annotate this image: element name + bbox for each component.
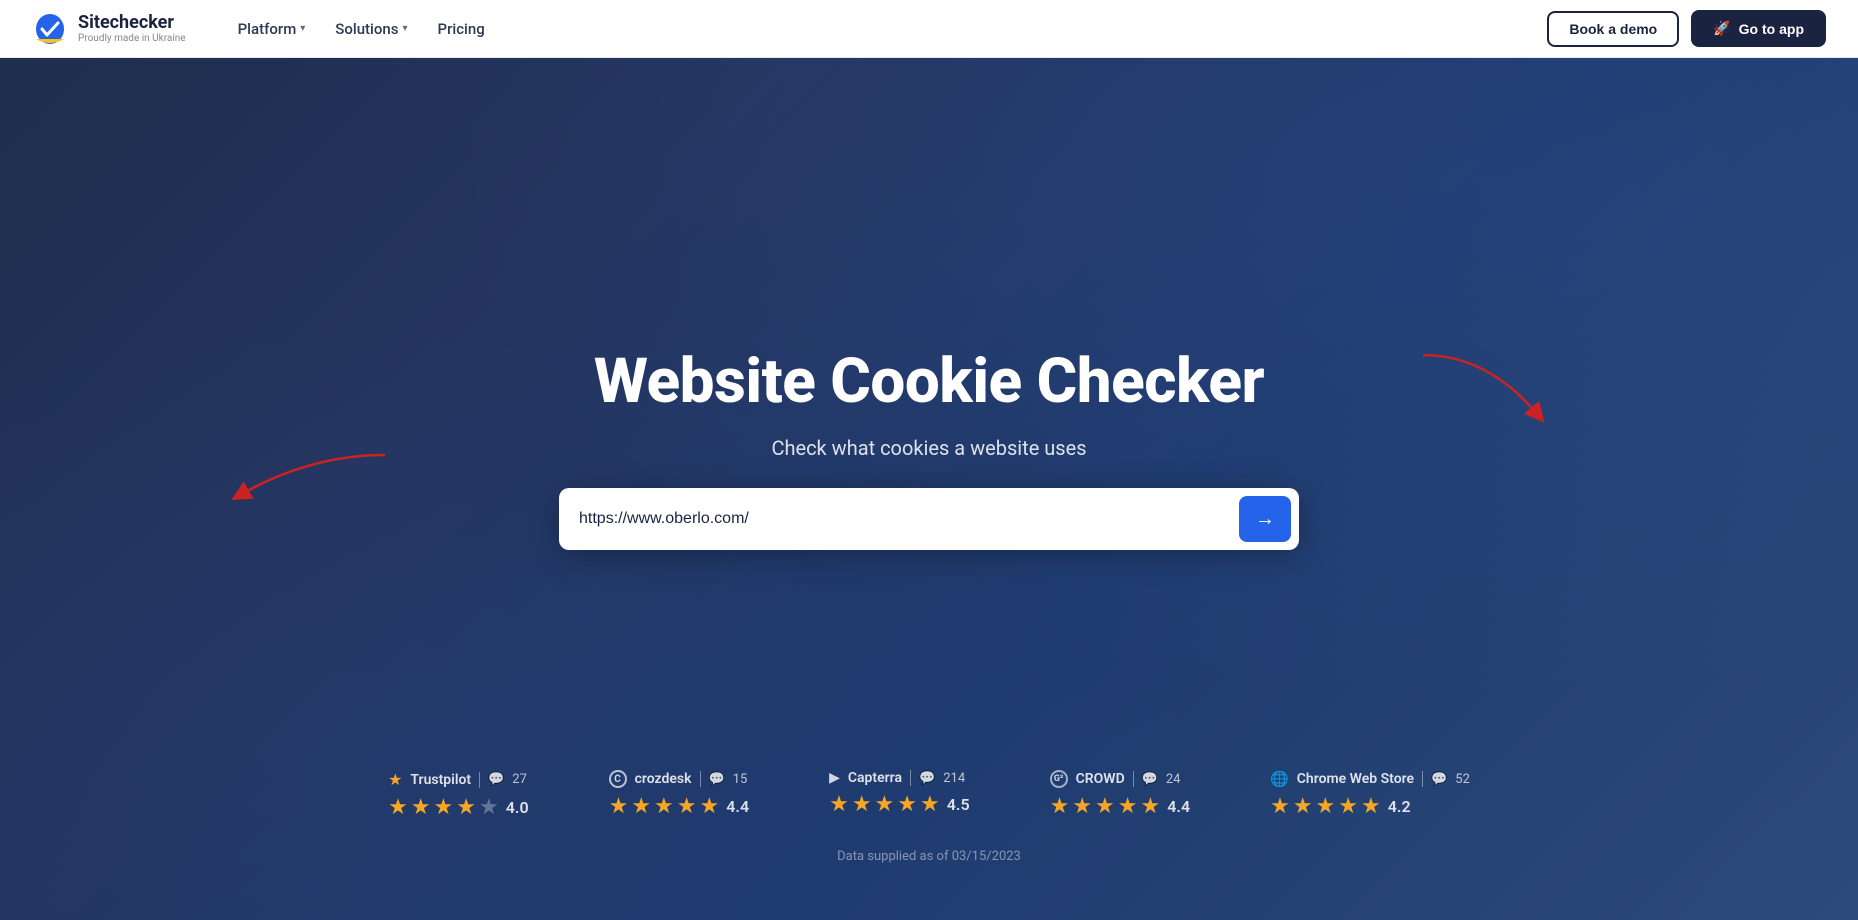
arrow-left-indicator (230, 450, 390, 510)
hero-content: Website Cookie Checker Check what cookie… (559, 348, 1299, 550)
star-half-icon: ★ (700, 794, 720, 819)
rating-trustpilot: ★ Trustpilot 💬 27 ★ ★ ★ ★ ★ 4.0 (388, 770, 529, 820)
star-icon: ★ (1118, 794, 1138, 819)
divider (479, 772, 480, 788)
rating-chrome-web-store: 🌐 Chrome Web Store 💬 52 ★ ★ ★ ★ ★ 4.2 (1270, 770, 1470, 819)
g2-icon: G² (1050, 770, 1068, 788)
review-count: 24 (1166, 772, 1181, 787)
star-icon: ★ (897, 792, 917, 817)
star-icon: ★ (1072, 794, 1092, 819)
star-icon: ★ (829, 792, 849, 817)
rating-score: 4.0 (506, 798, 529, 817)
rating-score: 4.2 (1388, 797, 1411, 816)
data-supplied-text: Data supplied as of 03/15/2023 (0, 849, 1858, 864)
chevron-down-icon: ▾ (402, 23, 407, 34)
star-icon: ★ (1270, 794, 1290, 819)
nav-platform[interactable]: Platform ▾ (226, 14, 318, 44)
navbar: Sitechecker Proudly made in Ukraine Plat… (0, 0, 1858, 58)
search-submit-button[interactable]: → (1239, 496, 1291, 542)
logo-icon (32, 11, 68, 47)
comment-icon: 💬 (488, 772, 504, 787)
arrow-right-icon: → (1255, 508, 1275, 531)
navbar-right: Book a demo 🚀 Go to app (1547, 10, 1826, 47)
star-icon: ★ (631, 794, 651, 819)
star-empty-icon: ★ (479, 795, 499, 820)
go-to-app-button[interactable]: 🚀 Go to app (1691, 10, 1826, 47)
star-half-icon: ★ (1361, 794, 1381, 819)
divider (910, 770, 911, 786)
star-icon: ★ (388, 795, 408, 820)
star-icon: ★ (1050, 794, 1070, 819)
review-count: 214 (943, 771, 965, 786)
rating-g2crowd: G² CROWD 💬 24 ★ ★ ★ ★ ★ 4.4 (1050, 770, 1191, 819)
star-icon: ★ (677, 794, 697, 819)
crozdesk-icon: C (609, 770, 627, 788)
star-icon: ★ (875, 792, 895, 817)
star-icon: ★ (1316, 794, 1336, 819)
nav-solutions[interactable]: Solutions ▾ (323, 14, 419, 44)
ratings-row: ★ Trustpilot 💬 27 ★ ★ ★ ★ ★ 4.0 C crozde… (0, 770, 1858, 820)
star-icon: ★ (411, 795, 431, 820)
platform-name: crozdesk (635, 771, 692, 787)
star-half-icon: ★ (920, 792, 940, 817)
nav-pricing[interactable]: Pricing (426, 14, 497, 44)
logo-text: Sitechecker Proudly made in Ukraine (78, 13, 186, 44)
logo-sub: Proudly made in Ukraine (78, 33, 186, 44)
comment-icon: 💬 (1431, 772, 1447, 787)
divider (1422, 771, 1423, 787)
hero-section: Website Cookie Checker Check what cookie… (0, 0, 1858, 920)
logo[interactable]: Sitechecker Proudly made in Ukraine (32, 11, 186, 47)
comment-icon: 💬 (919, 771, 935, 786)
divider (700, 771, 701, 787)
star-icon: ★ (654, 794, 674, 819)
star-icon: ★ (434, 795, 454, 820)
comment-icon: 💬 (1142, 772, 1158, 787)
rating-score: 4.5 (947, 795, 970, 814)
platform-name: Chrome Web Store (1297, 771, 1414, 787)
platform-name: Capterra (848, 770, 902, 786)
review-count: 52 (1455, 772, 1470, 787)
platform-name: Trustpilot (410, 772, 471, 788)
star-half-icon: ★ (1141, 794, 1161, 819)
platform-name: CROWD (1076, 771, 1125, 787)
nav-links: Platform ▾ Solutions ▾ Pricing (226, 14, 497, 44)
comment-icon: 💬 (709, 772, 725, 787)
trustpilot-icon: ★ (388, 770, 402, 789)
capterra-icon: ▶ (829, 770, 840, 786)
star-icon: ★ (456, 795, 476, 820)
arrow-right-indicator (1418, 350, 1548, 430)
hero-subtitle: Check what cookies a website uses (771, 436, 1086, 460)
divider (1133, 771, 1134, 787)
rating-score: 4.4 (726, 797, 749, 816)
star-icon: ★ (1293, 794, 1313, 819)
star-icon: ★ (1338, 794, 1358, 819)
logo-name: Sitechecker (78, 13, 186, 33)
rating-capterra: ▶ Capterra 💬 214 ★ ★ ★ ★ ★ 4.5 (829, 770, 970, 817)
star-icon: ★ (609, 794, 629, 819)
hero-title: Website Cookie Checker (594, 348, 1264, 416)
star-icon: ★ (852, 792, 872, 817)
rocket-icon: 🚀 (1713, 20, 1730, 37)
review-count: 27 (512, 772, 527, 787)
chevron-down-icon: ▾ (300, 23, 305, 34)
book-demo-button[interactable]: Book a demo (1547, 11, 1679, 47)
navbar-left: Sitechecker Proudly made in Ukraine Plat… (32, 11, 497, 47)
star-icon: ★ (1095, 794, 1115, 819)
rating-score: 4.4 (1167, 797, 1190, 816)
review-count: 15 (733, 772, 748, 787)
search-box: → (559, 488, 1299, 550)
url-input[interactable] (579, 510, 1239, 528)
rating-crozdesk: C crozdesk 💬 15 ★ ★ ★ ★ ★ 4.4 (609, 770, 750, 819)
chrome-icon: 🌐 (1270, 770, 1289, 788)
